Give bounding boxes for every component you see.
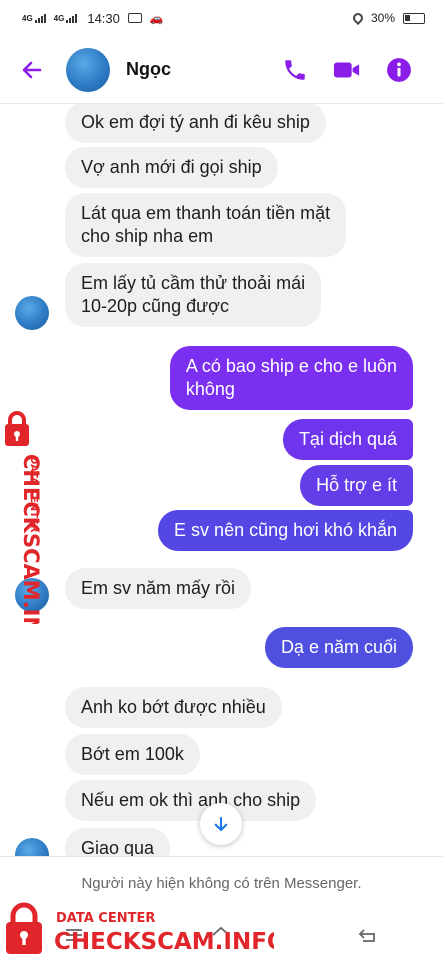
message-bubble[interactable]: Giao qua [65, 828, 171, 856]
message-bubble[interactable]: A có bao ship e cho e luôn không [169, 346, 413, 410]
info-icon [387, 57, 411, 82]
back-button[interactable] [20, 58, 44, 82]
padlock-icon [6, 902, 42, 954]
watermark-vertical: CHECKSCAM.INFO DATA CENTER [5, 411, 43, 624]
status-left: 4G 4G 14:30 🚗 [22, 11, 164, 26]
return-icon [358, 929, 376, 942]
info-button[interactable] [385, 56, 413, 84]
message-bubble[interactable]: Hỗ trợ e ít [300, 465, 413, 506]
notification-icon [127, 13, 142, 23]
unavailable-text: Người này hiện không có trên Messenger. [81, 875, 362, 892]
call-button[interactable] [281, 56, 309, 84]
network-label-2: 4G [53, 13, 65, 23]
car-icon: 🚗 [149, 12, 164, 25]
network-label-1: 4G [22, 13, 33, 23]
message-bubble[interactable]: E sv nên cũng hơi khó khắn [158, 510, 413, 551]
message-bubble[interactable]: Ok em đợi tý anh đi kêu ship [65, 104, 326, 143]
sender-avatar[interactable] [15, 296, 49, 330]
signal-icon: 4G [53, 13, 78, 23]
video-camera-icon [333, 62, 360, 77]
contact-name[interactable]: Ngọc [126, 59, 171, 80]
video-call-button[interactable] [333, 56, 361, 84]
back-nav-button[interactable] [357, 925, 381, 945]
status-time: 14:30 [87, 10, 120, 26]
scroll-to-bottom-button[interactable] [200, 803, 242, 845]
message-list[interactable]: Ok em đợi tý anh đi kêu ship Vợ anh mới … [0, 104, 443, 856]
watermark-line1: DATA CENTER [28, 456, 39, 533]
status-bar: 4G 4G 14:30 🚗 30% [0, 0, 443, 36]
chat-header: Ngọc [0, 36, 443, 104]
sender-avatar[interactable] [15, 838, 49, 856]
phone-icon [285, 59, 305, 80]
signal-icon: 4G [22, 13, 46, 23]
message-bubble[interactable]: Dạ e năm cuối [264, 627, 413, 668]
battery-percent: 30% [370, 11, 395, 25]
header-actions [281, 56, 413, 84]
message-bubble[interactable]: Em lấy tủ cầm thử thoải mái 10-20p cũng … [65, 263, 322, 327]
message-bubble[interactable]: Lát qua em thanh toán tiền mặt cho ship … [65, 193, 347, 257]
battery-icon [403, 12, 425, 24]
arrow-down-icon [214, 816, 228, 832]
location-icon [350, 10, 366, 26]
message-bubble[interactable]: Bớt em 100k [65, 734, 200, 775]
message-bubble[interactable]: Nếu em ok thì anh cho ship [65, 780, 317, 821]
message-bubble[interactable]: Em sv năm mấy rồi [65, 568, 252, 609]
watermark-line2: CHECKSCAM.INFO [54, 929, 274, 955]
message-bubble[interactable]: Vợ anh mới đi gọi ship [65, 147, 278, 188]
contact-avatar[interactable] [66, 47, 110, 92]
padlock-icon [5, 411, 29, 446]
watermark-bottom: DATA CENTER CHECKSCAM.INFO [6, 902, 274, 955]
watermark-line1: DATA CENTER [56, 911, 155, 926]
status-right: 30% [350, 10, 425, 26]
arrow-left-icon [22, 61, 42, 78]
message-bubble[interactable]: Tại dịch quá [282, 419, 413, 460]
message-bubble[interactable]: Anh ko bớt được nhiều [65, 687, 282, 728]
